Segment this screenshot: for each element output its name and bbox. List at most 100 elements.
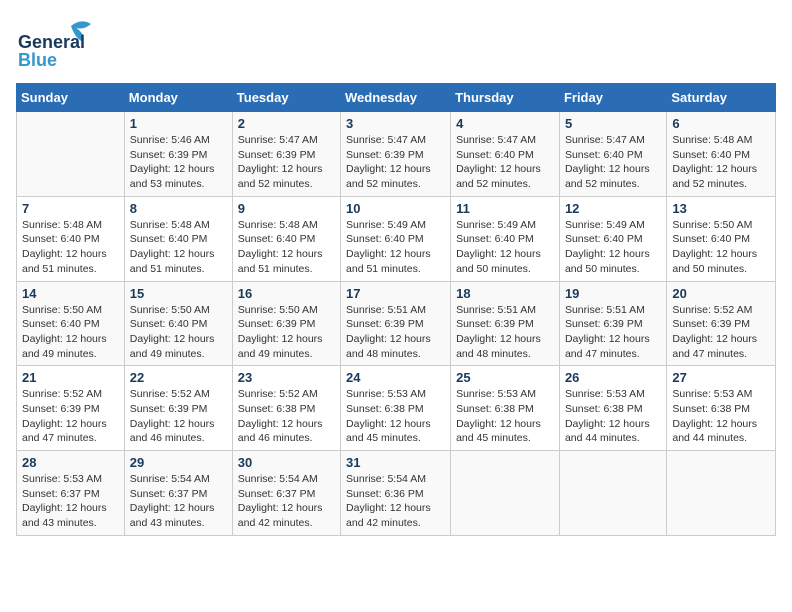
day-number: 30 [238,455,335,470]
day-number: 12 [565,201,661,216]
calendar-cell: 10 Sunrise: 5:49 AMSunset: 6:40 PMDayligh… [341,196,451,281]
day-info: Sunrise: 5:52 AMSunset: 6:39 PMDaylight:… [130,387,227,446]
day-info: Sunrise: 5:52 AMSunset: 6:39 PMDaylight:… [672,303,770,362]
day-info: Sunrise: 5:53 AMSunset: 6:38 PMDaylight:… [346,387,445,446]
calendar-cell: 12 Sunrise: 5:49 AMSunset: 6:40 PMDayligh… [559,196,666,281]
day-info: Sunrise: 5:48 AMSunset: 6:40 PMDaylight:… [22,218,119,277]
day-info: Sunrise: 5:47 AMSunset: 6:39 PMDaylight:… [238,133,335,192]
day-info: Sunrise: 5:46 AMSunset: 6:39 PMDaylight:… [130,133,227,192]
day-number: 24 [346,370,445,385]
day-number: 29 [130,455,227,470]
column-header-saturday: Saturday [667,84,776,112]
column-header-tuesday: Tuesday [232,84,340,112]
calendar-cell [559,451,666,536]
day-info: Sunrise: 5:50 AMSunset: 6:39 PMDaylight:… [238,303,335,362]
calendar-cell: 15 Sunrise: 5:50 AMSunset: 6:40 PMDayligh… [124,281,232,366]
column-header-monday: Monday [124,84,232,112]
day-number: 17 [346,286,445,301]
column-header-thursday: Thursday [451,84,560,112]
day-number: 6 [672,116,770,131]
calendar-week-row: 28Sunrise: 5:53 AMSunset: 6:37 PMDayligh… [17,451,776,536]
calendar-cell [451,451,560,536]
logo: General Blue [16,16,106,71]
calendar-cell: 26 Sunrise: 5:53 AMSunset: 6:38 PMDayligh… [559,366,666,451]
day-info: Sunrise: 5:48 AMSunset: 6:40 PMDaylight:… [130,218,227,277]
calendar-cell: 9Sunrise: 5:48 AMSunset: 6:40 PMDaylight… [232,196,340,281]
day-info: Sunrise: 5:54 AMSunset: 6:36 PMDaylight:… [346,472,445,531]
day-number: 25 [456,370,554,385]
calendar-cell: 14 Sunrise: 5:50 AMSunset: 6:40 PMDayligh… [17,281,125,366]
calendar-header-row: SundayMondayTuesdayWednesdayThursdayFrid… [17,84,776,112]
calendar-week-row: 21 Sunrise: 5:52 AMSunset: 6:39 PMDayligh… [17,366,776,451]
day-info: Sunrise: 5:53 AMSunset: 6:38 PMDaylight:… [672,387,770,446]
day-number: 8 [130,201,227,216]
day-info: Sunrise: 5:50 AMSunset: 6:40 PMDaylight:… [672,218,770,277]
day-number: 11 [456,201,554,216]
day-number: 15 [130,286,227,301]
calendar-cell: 5 Sunrise: 5:47 AMSunset: 6:40 PMDaylight… [559,112,666,197]
day-info: Sunrise: 5:49 AMSunset: 6:40 PMDaylight:… [565,218,661,277]
day-number: 10 [346,201,445,216]
day-info: Sunrise: 5:47 AMSunset: 6:40 PMDaylight:… [565,133,661,192]
day-info: Sunrise: 5:53 AMSunset: 6:38 PMDaylight:… [565,387,661,446]
day-number: 22 [130,370,227,385]
calendar-cell: 2 Sunrise: 5:47 AMSunset: 6:39 PMDaylight… [232,112,340,197]
calendar-cell: 21 Sunrise: 5:52 AMSunset: 6:39 PMDayligh… [17,366,125,451]
day-number: 16 [238,286,335,301]
day-info: Sunrise: 5:54 AMSunset: 6:37 PMDaylight:… [238,472,335,531]
day-number: 3 [346,116,445,131]
svg-text:General: General [18,32,85,52]
calendar-cell [17,112,125,197]
calendar-week-row: 1 Sunrise: 5:46 AMSunset: 6:39 PMDaylight… [17,112,776,197]
day-info: Sunrise: 5:53 AMSunset: 6:38 PMDaylight:… [456,387,554,446]
day-info: Sunrise: 5:50 AMSunset: 6:40 PMDaylight:… [130,303,227,362]
calendar-cell: 4 Sunrise: 5:47 AMSunset: 6:40 PMDaylight… [451,112,560,197]
day-info: Sunrise: 5:47 AMSunset: 6:39 PMDaylight:… [346,133,445,192]
logo-svg: General Blue [16,16,106,71]
day-info: Sunrise: 5:51 AMSunset: 6:39 PMDaylight:… [565,303,661,362]
day-number: 20 [672,286,770,301]
calendar-cell: 29 Sunrise: 5:54 AMSunset: 6:37 PMDayligh… [124,451,232,536]
day-number: 14 [22,286,119,301]
day-info: Sunrise: 5:48 AMSunset: 6:40 PMDaylight:… [672,133,770,192]
day-info: Sunrise: 5:51 AMSunset: 6:39 PMDaylight:… [456,303,554,362]
day-number: 2 [238,116,335,131]
calendar-cell: 19 Sunrise: 5:51 AMSunset: 6:39 PMDayligh… [559,281,666,366]
day-info: Sunrise: 5:51 AMSunset: 6:39 PMDaylight:… [346,303,445,362]
calendar-week-row: 14 Sunrise: 5:50 AMSunset: 6:40 PMDayligh… [17,281,776,366]
calendar-table: SundayMondayTuesdayWednesdayThursdayFrid… [16,83,776,536]
calendar-cell: 11Sunrise: 5:49 AMSunset: 6:40 PMDayligh… [451,196,560,281]
day-number: 26 [565,370,661,385]
day-info: Sunrise: 5:54 AMSunset: 6:37 PMDaylight:… [130,472,227,531]
day-info: Sunrise: 5:52 AMSunset: 6:39 PMDaylight:… [22,387,119,446]
day-number: 5 [565,116,661,131]
day-info: Sunrise: 5:47 AMSunset: 6:40 PMDaylight:… [456,133,554,192]
day-number: 31 [346,455,445,470]
day-number: 21 [22,370,119,385]
calendar-cell: 17 Sunrise: 5:51 AMSunset: 6:39 PMDayligh… [341,281,451,366]
calendar-cell: 22 Sunrise: 5:52 AMSunset: 6:39 PMDayligh… [124,366,232,451]
day-info: Sunrise: 5:50 AMSunset: 6:40 PMDaylight:… [22,303,119,362]
page-header: General Blue [16,16,776,71]
day-number: 1 [130,116,227,131]
calendar-cell: 23Sunrise: 5:52 AMSunset: 6:38 PMDayligh… [232,366,340,451]
calendar-cell: 24 Sunrise: 5:53 AMSunset: 6:38 PMDayligh… [341,366,451,451]
column-header-sunday: Sunday [17,84,125,112]
calendar-cell: 18Sunrise: 5:51 AMSunset: 6:39 PMDayligh… [451,281,560,366]
calendar-cell: 30 Sunrise: 5:54 AMSunset: 6:37 PMDayligh… [232,451,340,536]
calendar-cell: 3 Sunrise: 5:47 AMSunset: 6:39 PMDaylight… [341,112,451,197]
calendar-cell: 13Sunrise: 5:50 AMSunset: 6:40 PMDayligh… [667,196,776,281]
calendar-cell: 28Sunrise: 5:53 AMSunset: 6:37 PMDayligh… [17,451,125,536]
calendar-cell [667,451,776,536]
day-info: Sunrise: 5:49 AMSunset: 6:40 PMDaylight:… [346,218,445,277]
day-number: 4 [456,116,554,131]
day-info: Sunrise: 5:53 AMSunset: 6:37 PMDaylight:… [22,472,119,531]
day-number: 19 [565,286,661,301]
calendar-cell: 31 Sunrise: 5:54 AMSunset: 6:36 PMDayligh… [341,451,451,536]
calendar-cell: 6 Sunrise: 5:48 AMSunset: 6:40 PMDaylight… [667,112,776,197]
calendar-cell: 16 Sunrise: 5:50 AMSunset: 6:39 PMDayligh… [232,281,340,366]
calendar-cell: 8 Sunrise: 5:48 AMSunset: 6:40 PMDaylight… [124,196,232,281]
calendar-cell: 7Sunrise: 5:48 AMSunset: 6:40 PMDaylight… [17,196,125,281]
day-number: 27 [672,370,770,385]
svg-text:Blue: Blue [18,50,57,70]
